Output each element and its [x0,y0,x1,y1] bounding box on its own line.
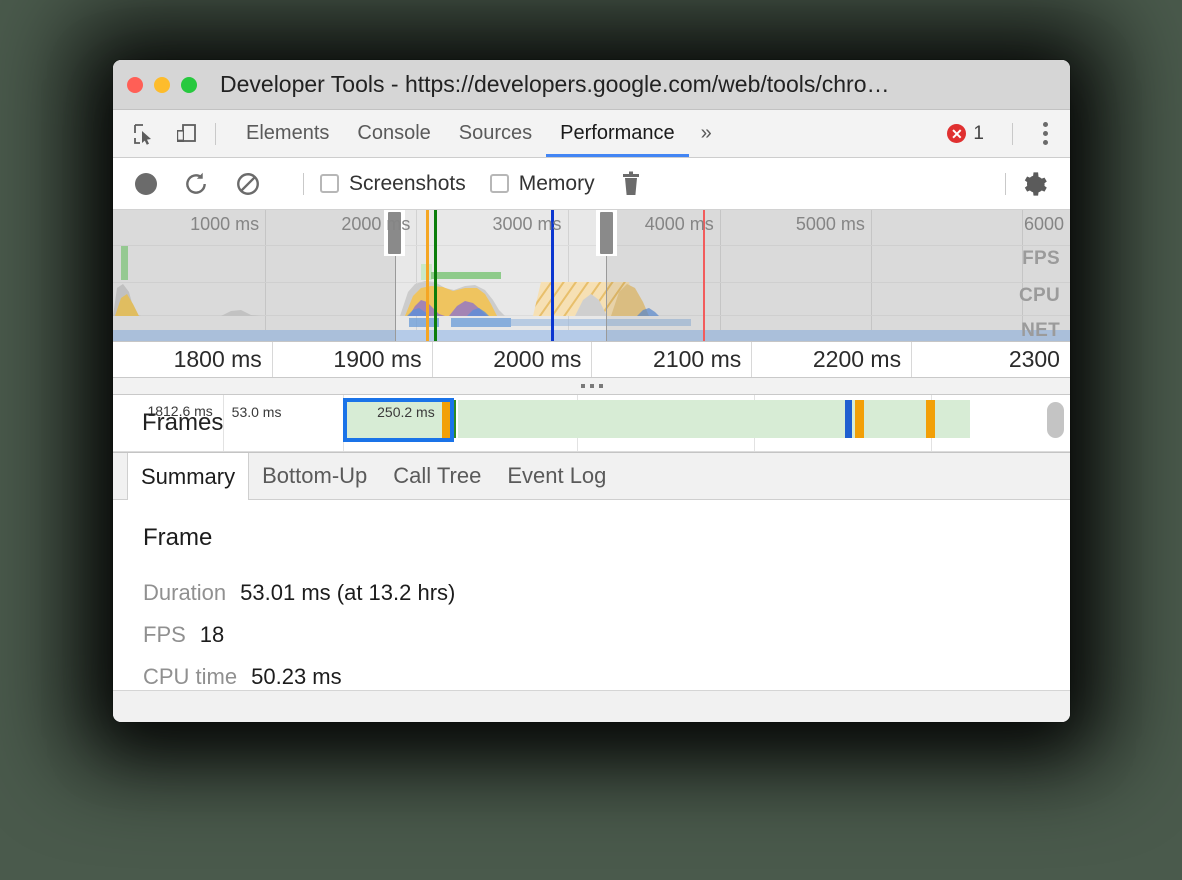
tabstrip-divider-right [1012,123,1013,145]
panel-tabs: Elements Console Sources Performance » [232,110,724,157]
reload-record-icon[interactable] [183,171,209,197]
summary-value: 50.23 ms [251,664,342,690]
kebab-menu-icon[interactable] [1029,122,1060,145]
tab-sources[interactable]: Sources [445,110,546,157]
screenshots-checkbox-box [320,174,339,193]
frame-block[interactable] [458,400,970,438]
screenshots-checkbox[interactable]: Screenshots [320,172,466,196]
tab-elements[interactable]: Elements [232,110,343,157]
devtools-tabstrip: Elements Console Sources Performance » ✕… [113,110,1070,158]
screenshots-label: Screenshots [349,172,466,196]
ruler-tick: 2200 ms [752,342,912,377]
summary-value: 18 [200,622,224,648]
error-count: 1 [973,123,984,145]
tabstrip-divider [215,123,216,145]
frame-marker-blue [845,400,852,438]
frames-baseline [113,451,1070,452]
gear-icon[interactable] [1022,170,1050,198]
overview-tick: 2000 ms [341,214,416,235]
summary-key: FPS [143,622,186,648]
window-title: Developer Tools - https://developers.goo… [220,71,889,98]
vertical-scrollbar-thumb[interactable] [1047,402,1064,438]
toolbar-divider-right [1005,173,1006,195]
error-circle-icon: ✕ [947,124,966,143]
frames-track-label: Frames [142,409,223,437]
pane-resizer[interactable] [113,378,1070,395]
frame-duration-label: 250.2 ms [377,404,435,420]
summary-row-fps: FPS 18 [143,622,1070,648]
clear-recording-icon[interactable] [235,171,261,197]
overview-right-handle[interactable] [600,212,613,254]
overview-row-label-net: NET [1021,320,1060,342]
trash-icon[interactable] [619,171,643,197]
memory-checkbox-box [490,174,509,193]
close-window-button[interactable] [127,77,143,93]
frames-track[interactable]: 1812.6 ms 53.0 ms 250.2 ms Frames [113,395,1070,453]
summary-panel: Frame Duration 53.01 ms (at 13.2 hrs) FP… [113,500,1070,690]
frame-marker-orange [855,400,864,438]
overview-tick: 4000 ms [645,214,720,235]
tab-console[interactable]: Console [343,110,444,157]
overview-tick: 1000 ms [190,214,265,235]
timeline-overview[interactable]: 1000 ms 2000 ms 3000 ms 4000 ms 5000 ms … [113,210,1070,342]
performance-toolbar: Screenshots Memory [113,158,1070,210]
summary-key: Duration [143,580,226,606]
frame-marker-orange [926,400,935,438]
ruler-tick: 2000 ms [433,342,593,377]
screenshot-root: Developer Tools - https://developers.goo… [0,0,1182,880]
toolbar-divider [303,173,304,195]
tab-call-tree[interactable]: Call Tree [380,453,494,499]
frame-duration-label: 53.0 ms [232,404,282,420]
ruler-tick: 2300 [912,342,1070,377]
memory-label: Memory [519,172,595,196]
summary-row-duration: Duration 53.01 ms (at 13.2 hrs) [143,580,1070,606]
device-toolbar-icon[interactable] [173,121,199,147]
ruler-tick: 1800 ms [113,342,273,377]
ruler-tick: 2100 ms [592,342,752,377]
summary-key: CPU time [143,664,237,690]
title-bar: Developer Tools - https://developers.goo… [113,60,1070,110]
window-controls [127,77,197,93]
tab-summary[interactable]: Summary [127,453,249,500]
overview-row-label-fps: FPS [1022,248,1060,270]
window-footer [113,690,1070,722]
timeline-ruler: 1800 ms 1900 ms 2000 ms 2100 ms 2200 ms … [113,342,1070,378]
tab-performance[interactable]: Performance [546,110,689,157]
summary-row-cpu-time: CPU time 50.23 ms [143,664,1070,690]
ruler-tick: 1900 ms [273,342,433,377]
more-tabs-icon[interactable]: » [689,122,724,145]
maximize-window-button[interactable] [181,77,197,93]
overview-tick: 3000 ms [493,214,568,235]
overview-row-label-cpu: CPU [1019,285,1060,307]
minimize-window-button[interactable] [154,77,170,93]
inspect-element-icon[interactable] [131,121,157,147]
overview-tick: 6000 [1024,214,1070,235]
summary-value: 53.01 ms (at 13.2 hrs) [240,580,455,606]
error-indicator[interactable]: ✕ 1 [947,123,996,145]
detail-tabs: Summary Bottom-Up Call Tree Event Log [113,453,1070,500]
summary-heading: Frame [143,524,1070,552]
memory-checkbox[interactable]: Memory [490,172,595,196]
devtools-window: Developer Tools - https://developers.goo… [113,60,1070,722]
record-circle-icon[interactable] [135,173,157,195]
tab-bottom-up[interactable]: Bottom-Up [249,453,380,499]
overview-tick: 5000 ms [796,214,871,235]
tab-event-log[interactable]: Event Log [494,453,619,499]
fcp-marker [434,210,437,341]
dcl-marker [426,210,429,341]
